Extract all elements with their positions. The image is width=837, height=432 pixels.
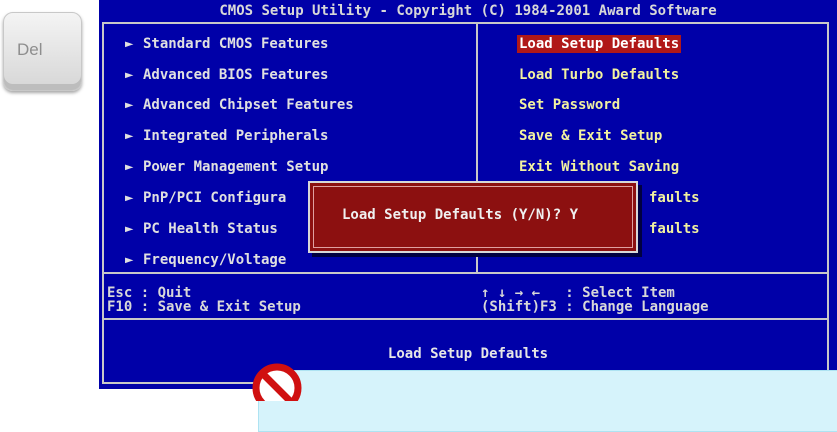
bios-screen: CMOS Setup Utility - Copyright (C) 1984-… [99, 0, 837, 389]
menu-help-divider [102, 272, 829, 274]
submenu-arrow-icon: ► [125, 190, 134, 206]
submenu-arrow-icon: ► [125, 67, 134, 83]
menu-item-load-setup-defaults[interactable]: Load Setup Defaults [517, 35, 682, 53]
menu-item-advanced-bios[interactable]: ► Advanced BIOS Features [125, 66, 328, 84]
help-select-item: ↑ ↓ → ← : Select Item [481, 285, 675, 301]
menu-item-power-management[interactable]: ► Power Management Setup [125, 158, 328, 176]
menu-item-pnp-pci[interactable]: ► PnP/PCI Configura [125, 189, 286, 207]
submenu-arrow-icon: ► [125, 36, 134, 52]
menu-item-load-turbo-defaults[interactable]: Load Turbo Defaults [519, 66, 679, 84]
submenu-arrow-icon: ► [125, 128, 134, 144]
menu-item-integrated-peripherals[interactable]: ► Integrated Peripherals [125, 127, 328, 145]
help-change-language: (Shift)F3 : Change Language [481, 299, 709, 315]
menu-item-standard-cmos[interactable]: ► Standard CMOS Features [125, 35, 328, 53]
status-description: Load Setup Defaults [387, 346, 549, 362]
menu-item-frequency-voltage[interactable]: ► Frequency/Voltage [125, 251, 286, 269]
menu-item-pc-health[interactable]: ► PC Health Status [125, 220, 278, 238]
prohibited-icon [252, 363, 302, 401]
callout-bubble [258, 370, 837, 432]
menu-item-set-password[interactable]: Set Password [519, 96, 620, 114]
del-key-label: Del [17, 40, 43, 59]
menu-item-exit-without-saving[interactable]: Exit Without Saving [519, 158, 679, 176]
dialog-prompt: Load Setup Defaults (Y/N)? Y [342, 207, 579, 223]
del-key-graphic: Del [3, 12, 82, 91]
window-title: CMOS Setup Utility - Copyright (C) 1984-… [99, 0, 837, 22]
menu-item-partial-defaults-2[interactable]: faults [649, 220, 700, 238]
submenu-arrow-icon: ► [125, 252, 134, 268]
help-quit: Esc : Quit [107, 285, 192, 301]
submenu-arrow-icon: ► [125, 97, 134, 113]
help-status-divider [102, 318, 829, 320]
menu-item-save-exit[interactable]: Save & Exit Setup [519, 127, 662, 145]
menu-item-partial-defaults-1[interactable]: faults [649, 189, 700, 207]
menu-item-advanced-chipset[interactable]: ► Advanced Chipset Features [125, 96, 354, 114]
confirm-dialog[interactable]: Load Setup Defaults (Y/N)? Y [308, 181, 638, 253]
submenu-arrow-icon: ► [125, 159, 134, 175]
submenu-arrow-icon: ► [125, 221, 134, 237]
help-save-exit: F10 : Save & Exit Setup [107, 299, 301, 315]
